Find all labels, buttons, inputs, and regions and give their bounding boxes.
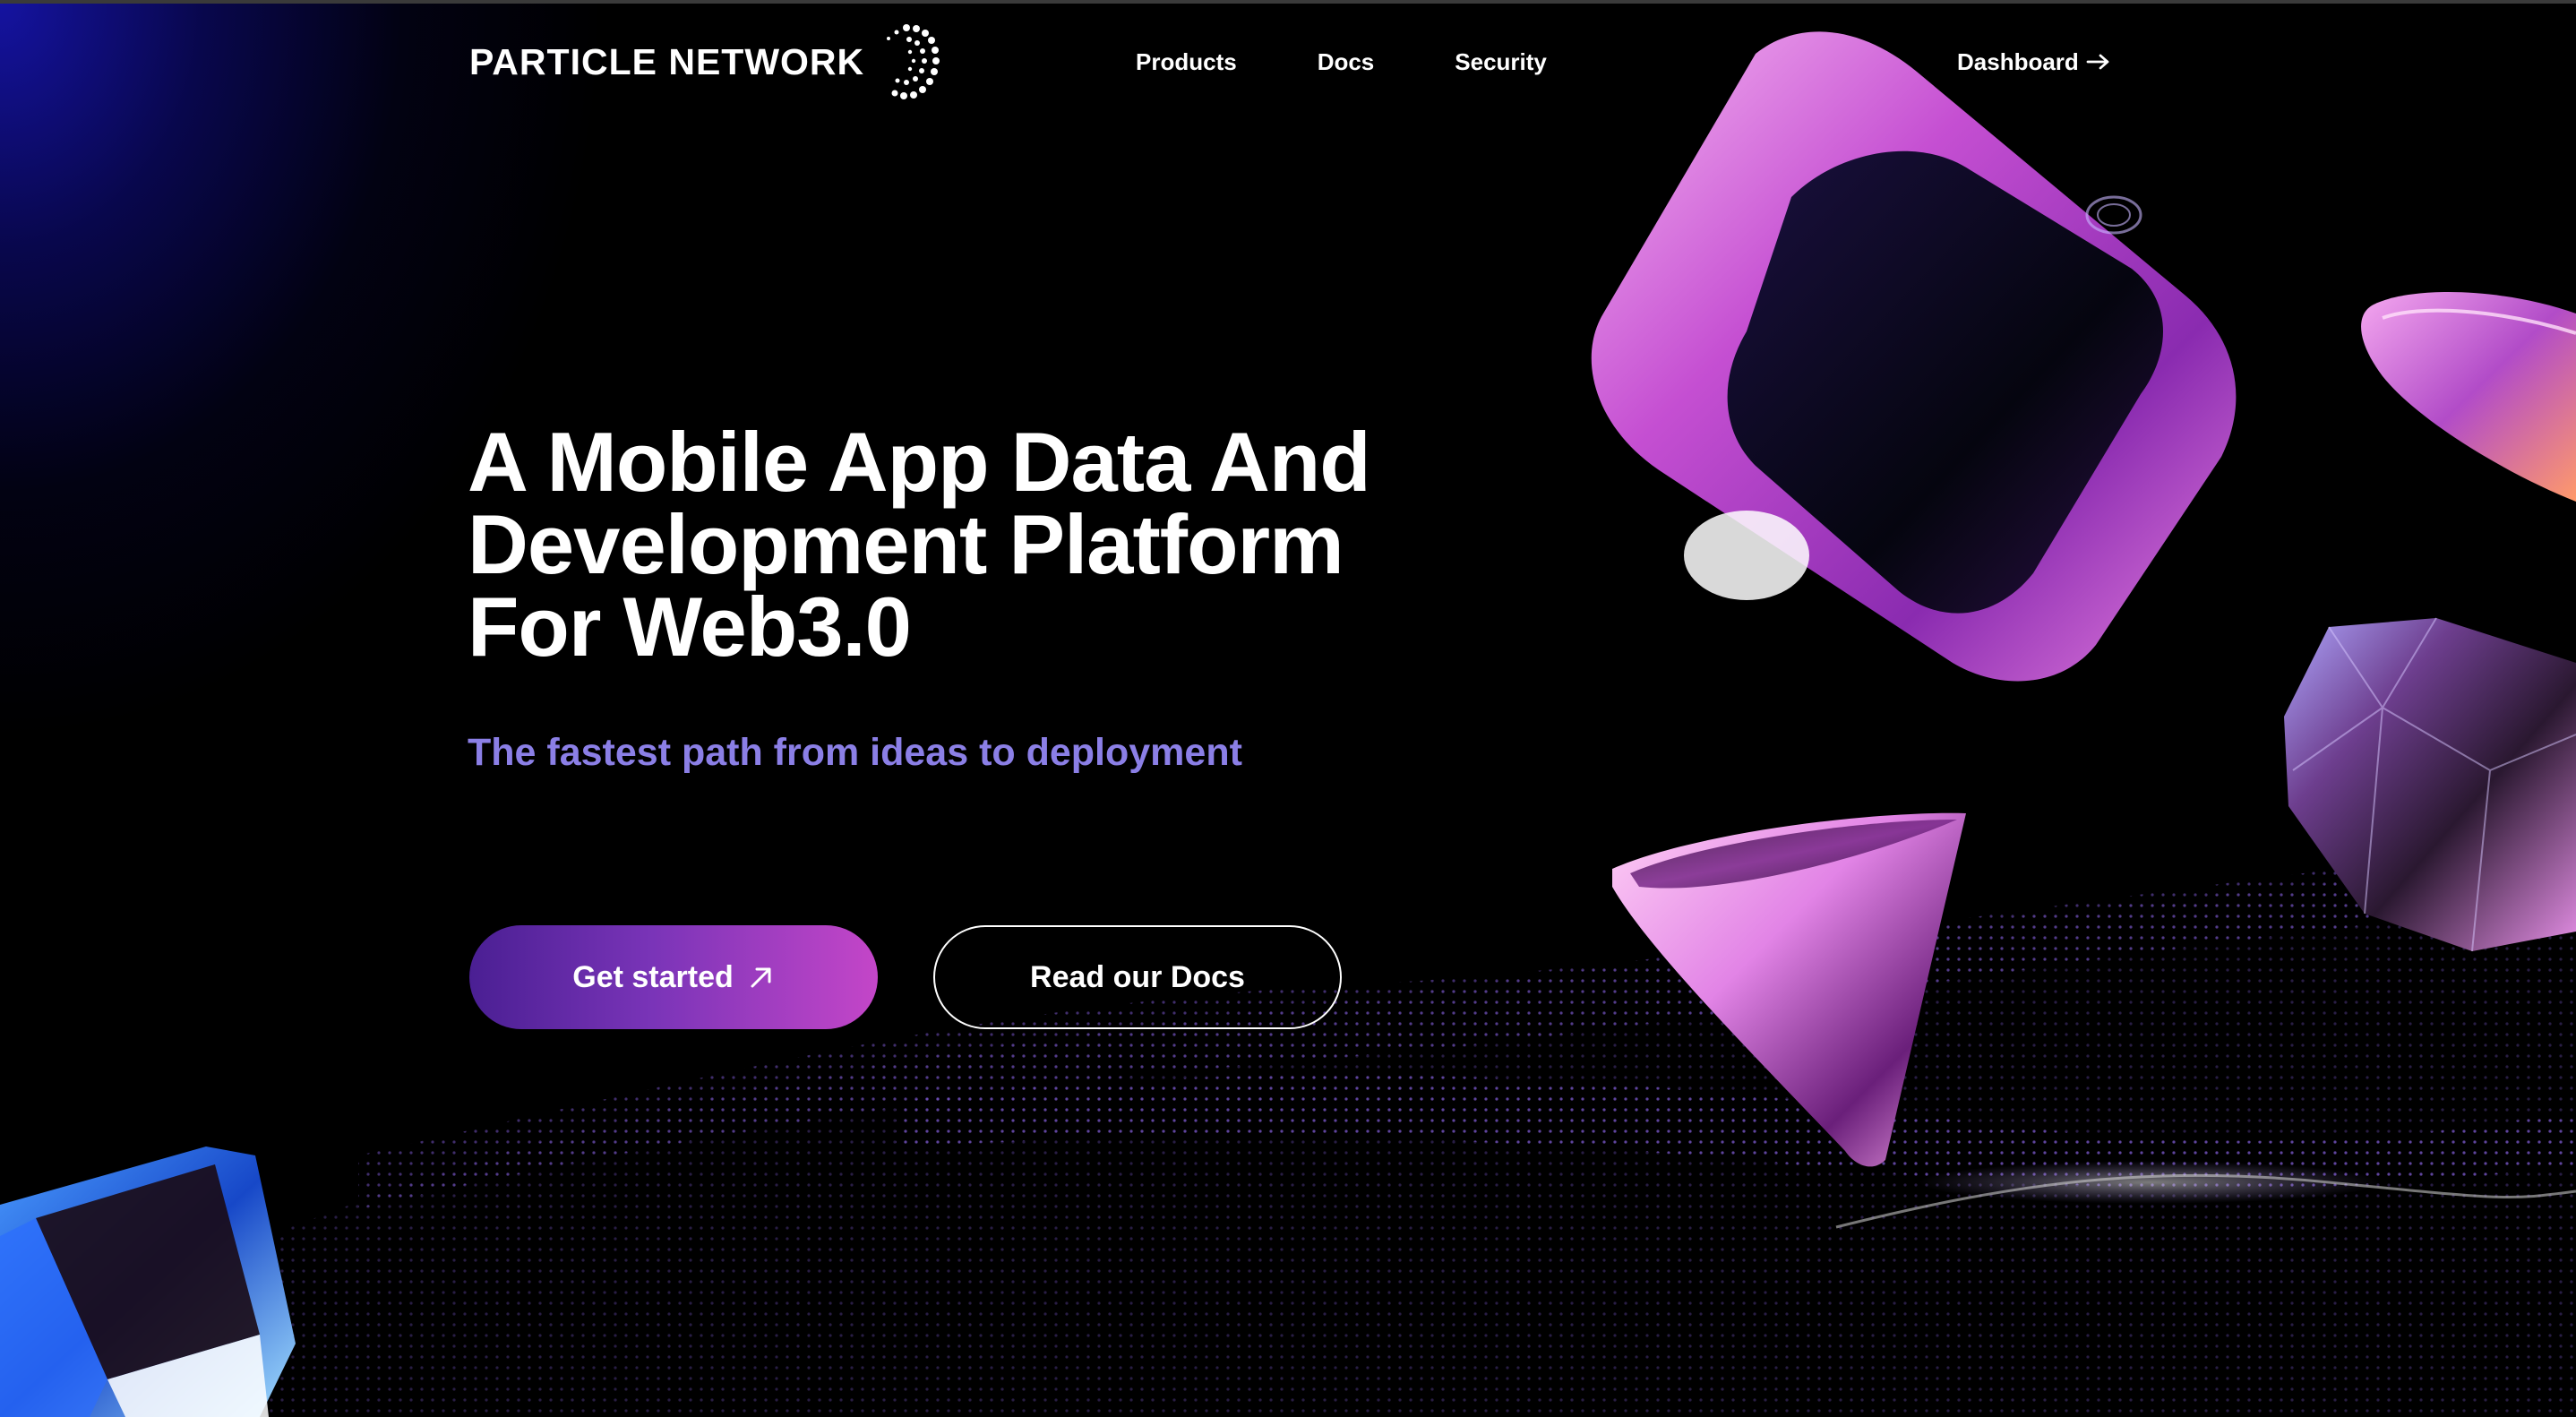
hero-title: A Mobile App Data And Development Platfo… bbox=[468, 420, 1498, 669]
hero-title-line: Development Platform bbox=[468, 497, 1344, 591]
hero-subtitle: The fastest path from ideas to deploymen… bbox=[468, 731, 1242, 774]
get-started-label: Get started bbox=[572, 959, 734, 994]
hero-background-art bbox=[0, 31, 2576, 1417]
dashboard-link[interactable]: Dashboard bbox=[1957, 43, 2111, 81]
arrow-right-icon bbox=[2086, 54, 2109, 70]
particle-dots-icon bbox=[887, 24, 940, 99]
landing-page: PARTICLE NETWORK Products Docs Security … bbox=[0, 0, 2576, 1417]
hero-title-line: A Mobile App Data And bbox=[468, 415, 1371, 509]
brand-logo[interactable]: PARTICLE NETWORK bbox=[469, 21, 940, 102]
nav-link-security[interactable]: Security bbox=[1455, 48, 1547, 76]
read-docs-button[interactable]: Read our Docs bbox=[933, 925, 1342, 1029]
dashboard-label: Dashboard bbox=[1957, 47, 2079, 75]
nav-link-products[interactable]: Products bbox=[1136, 48, 1237, 76]
brand-name: PARTICLE NETWORK bbox=[469, 40, 865, 82]
arrow-up-right-icon bbox=[751, 967, 771, 988]
main-nav: Products Docs Security bbox=[1136, 43, 1547, 81]
read-docs-label: Read our Docs bbox=[1030, 959, 1245, 994]
hero-title-line: For Web3.0 bbox=[468, 580, 912, 674]
get-started-button[interactable]: Get started bbox=[469, 925, 878, 1029]
nav-link-docs[interactable]: Docs bbox=[1318, 48, 1375, 76]
